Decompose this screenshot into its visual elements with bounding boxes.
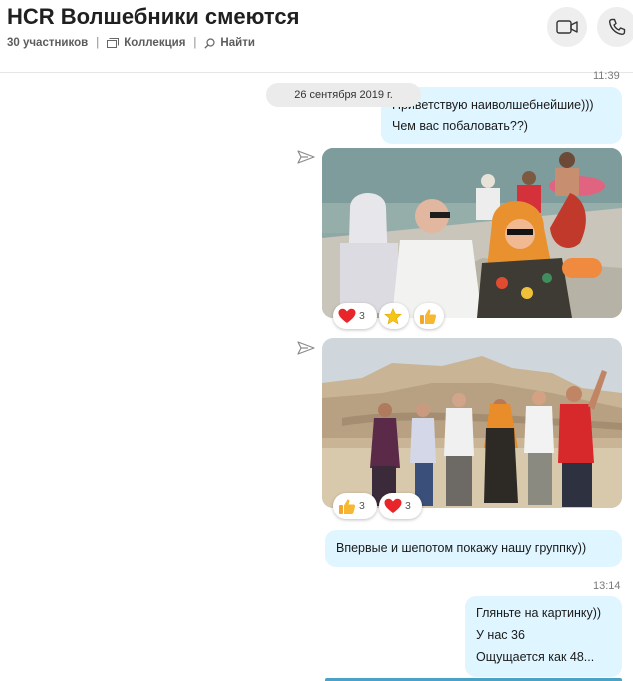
audio-call-button[interactable] xyxy=(597,7,633,47)
chat-header: HCR Волшебники смеются 30 участников | К… xyxy=(0,0,633,73)
message-timestamp: 11:39 xyxy=(593,70,620,82)
video-camera-icon xyxy=(556,20,578,34)
reaction-thumbs-up[interactable] xyxy=(414,303,444,329)
gallery-icon xyxy=(107,38,120,48)
message-text: Чем вас побаловать??) xyxy=(392,119,528,133)
reaction-count: 3 xyxy=(359,500,365,512)
gallery-label: Коллекция xyxy=(124,37,186,49)
find-label: Найти xyxy=(220,37,255,49)
search-icon xyxy=(204,37,216,49)
reaction-heart[interactable]: 3 xyxy=(333,303,377,329)
message-timestamp: 13:14 xyxy=(593,580,621,592)
photo-image xyxy=(322,148,622,318)
participants-count: 30 участников xyxy=(7,37,89,49)
reaction-thumbs-up[interactable]: 3 xyxy=(333,493,377,519)
message-text: Впервые и шепотом покажу нашу группку)) xyxy=(336,541,587,555)
sent-status-icon xyxy=(297,341,315,355)
reaction-heart[interactable]: 3 xyxy=(379,493,422,519)
reaction-count: 3 xyxy=(359,310,365,322)
phone-icon xyxy=(608,18,626,36)
chat-title[interactable]: HCR Волшебники смеются xyxy=(7,4,299,30)
message-text: Ощущается как 48... xyxy=(476,650,595,664)
sent-status-icon xyxy=(297,150,315,164)
photo-image xyxy=(322,338,622,508)
message-text: У нас 36 xyxy=(476,628,525,642)
gallery-link[interactable]: Коллекция xyxy=(107,37,185,49)
shared-photo-boat[interactable] xyxy=(322,148,622,318)
date-divider: 26 сентября 2019 г. xyxy=(266,83,421,107)
heart-icon xyxy=(384,498,402,513)
thumbs-up-icon xyxy=(339,498,356,514)
message-bubble[interactable]: Гляньте на картинку)) У нас 36 Ощущается… xyxy=(465,596,622,677)
message-text: Приветствую наиволшебнейшие))) xyxy=(392,98,594,112)
find-link[interactable]: Найти xyxy=(204,37,255,49)
message-bubble[interactable]: Впервые и шепотом покажу нашу группку)) xyxy=(325,530,622,567)
heart-icon xyxy=(338,308,356,323)
reaction-star[interactable] xyxy=(379,303,409,329)
thumbs-up-icon xyxy=(420,308,437,324)
message-text: Гляньте на картинку)) xyxy=(476,606,602,620)
divider: | xyxy=(193,37,197,49)
participants-link[interactable]: 30 участников xyxy=(7,37,88,49)
reaction-count: 3 xyxy=(405,500,411,512)
chat-subbar: 30 участников | Коллекция | Найти xyxy=(7,37,255,49)
star-icon xyxy=(384,307,402,324)
video-call-button[interactable] xyxy=(547,7,587,47)
shared-photo-group[interactable] xyxy=(322,338,622,508)
divider: | xyxy=(96,37,100,49)
